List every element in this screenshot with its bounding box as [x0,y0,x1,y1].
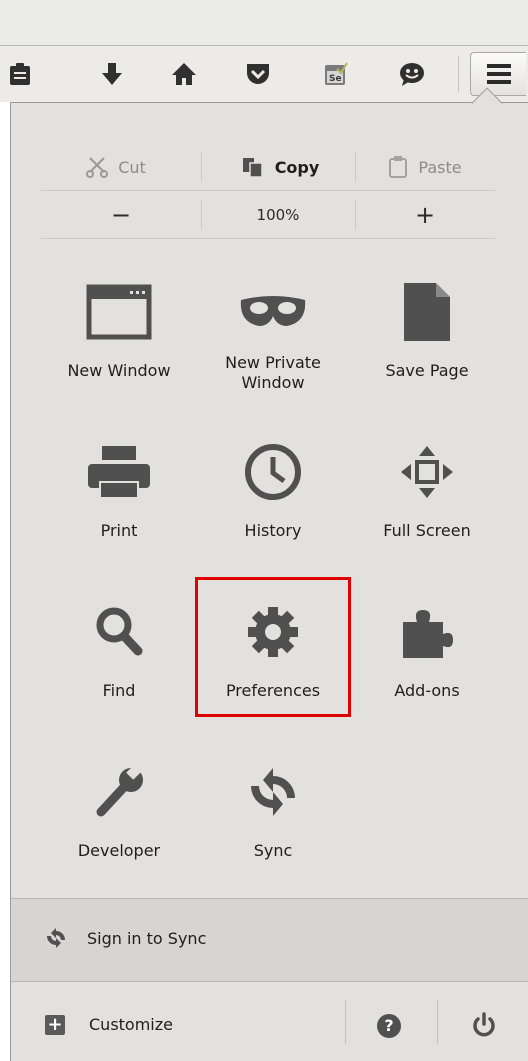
full-screen-label: Full Screen [383,521,471,540]
paste-button[interactable]: Paste [355,143,495,191]
zoom-reset-button[interactable]: 100% [201,191,355,239]
footer-separator [345,1000,346,1044]
screen: Se Cut Copy Paste − 100% + New Window Ne… [0,0,528,1061]
sign-in-to-sync-label: Sign in to Sync [87,929,207,948]
download-icon[interactable] [94,56,130,92]
add-ons-label: Add-ons [394,681,460,700]
customize-icon: + [45,1015,65,1035]
menu-footer: + Customize ? [11,982,528,1061]
cut-label: Cut [118,157,146,177]
preferences-highlight [195,577,351,717]
developer-button[interactable]: Developer [49,743,189,893]
clock-icon [245,444,301,500]
sync-icon [251,768,295,816]
puzzle-icon [403,610,453,658]
window-icon [86,284,152,340]
history-label: History [244,521,302,540]
print-button[interactable]: Print [49,423,189,573]
svg-text:Se: Se [329,74,342,84]
save-page-label: Save Page [385,361,469,380]
new-window-label: New Window [67,361,171,380]
copy-label: Copy [274,157,320,177]
paste-label: Paste [418,157,462,177]
sync-button[interactable]: Sync [203,743,343,893]
toolbar-separator [458,56,459,92]
home-icon[interactable] [166,56,202,92]
full-screen-button[interactable]: Full Screen [357,423,497,573]
pocket-icon[interactable] [240,56,276,92]
new-private-window-button[interactable]: New Private Window [203,263,343,413]
footer-separator [437,1000,438,1044]
wrench-icon [96,764,143,817]
copy-icon [242,158,263,178]
history-button[interactable]: History [203,423,343,573]
chat-icon[interactable] [394,56,430,92]
cut-button[interactable]: Cut [41,143,191,191]
menu-icon [486,64,511,84]
zoom-controls: − 100% + [41,191,495,239]
browser-toolbar: Se [0,46,528,102]
title-strip [0,0,528,46]
zoom-in-button[interactable]: + [355,191,495,239]
save-page-button[interactable]: Save Page [357,263,497,413]
new-window-button[interactable]: New Window [49,263,189,413]
magnifier-icon [96,607,143,656]
mask-icon [240,296,306,326]
new-private-window-label: New Private Window [225,353,321,392]
paste-icon [389,156,408,178]
scissors-icon [86,157,109,178]
copy-button[interactable]: Copy [205,143,355,191]
print-label: Print [100,521,138,540]
help-icon[interactable]: ? [377,1014,401,1038]
zoom-out-button[interactable]: − [41,191,201,239]
find-label: Find [102,681,136,700]
open-menu-button[interactable] [470,52,526,96]
sync-label: Sync [253,841,293,860]
add-ons-button[interactable]: Add-ons [357,583,497,733]
page-icon [404,283,450,341]
menu-panel: Cut Copy Paste − 100% + New Window New P… [10,102,528,1061]
find-button[interactable]: Find [49,583,189,733]
selenium-icon[interactable]: Se [318,56,354,92]
sign-in-to-sync-button[interactable]: Sign in to Sync [11,898,528,982]
sync-small-icon [47,928,65,948]
developer-label: Developer [77,841,161,860]
edit-controls: Cut Copy Paste [41,143,495,191]
customize-button[interactable]: Customize [89,1015,173,1034]
fullscreen-icon [401,446,453,498]
edit-separator [201,153,202,181]
printer-icon [88,446,150,499]
reading-list-icon[interactable] [2,56,38,92]
power-icon[interactable] [471,1012,497,1038]
